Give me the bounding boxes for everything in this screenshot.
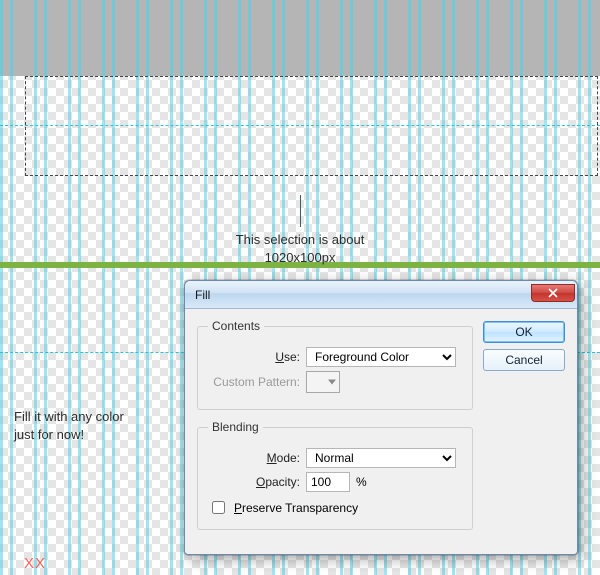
close-icon bbox=[548, 288, 558, 298]
fill-dialog: Fill Contents Use: Foreground Color Cust… bbox=[184, 280, 578, 555]
preserve-transparency-label: Preserve Transparency bbox=[234, 501, 358, 515]
cancel-button[interactable]: Cancel bbox=[483, 349, 565, 371]
annotation-text: just for now! bbox=[14, 426, 124, 444]
ok-button[interactable]: OK bbox=[483, 321, 565, 343]
opacity-unit: % bbox=[356, 475, 367, 489]
annotation-pointer bbox=[300, 195, 301, 227]
close-button[interactable] bbox=[531, 284, 575, 302]
dialog-body: Contents Use: Foreground Color Custom Pa… bbox=[185, 309, 577, 554]
dialog-title: Fill bbox=[195, 288, 210, 302]
opacity-input[interactable] bbox=[306, 472, 350, 492]
preserve-transparency-checkbox[interactable] bbox=[212, 501, 225, 514]
annotation-fill-hint: Fill it with any color just for now! bbox=[14, 408, 124, 443]
mode-select[interactable]: Normal bbox=[306, 448, 456, 468]
dialog-titlebar[interactable]: Fill bbox=[185, 281, 577, 309]
blending-group: Blending Mode: Normal Opacity: % Preserv… bbox=[197, 420, 473, 530]
blending-legend: Blending bbox=[208, 420, 263, 434]
watermark: XX bbox=[24, 555, 46, 572]
opacity-label: Opacity: bbox=[208, 475, 300, 489]
annotation-selection-size: This selection is about 1020x100px bbox=[0, 195, 600, 266]
annotation-text: This selection is about bbox=[0, 231, 600, 249]
use-label: Use: bbox=[208, 350, 300, 364]
custom-pattern-picker bbox=[306, 371, 340, 393]
annotation-text: 1020x100px bbox=[0, 249, 600, 267]
mode-label: Mode: bbox=[208, 451, 300, 465]
annotation-text: Fill it with any color bbox=[14, 408, 124, 426]
contents-legend: Contents bbox=[208, 319, 264, 333]
marquee-selection bbox=[25, 76, 598, 176]
canvas-gray-region bbox=[0, 0, 600, 76]
custom-pattern-label: Custom Pattern: bbox=[208, 375, 300, 389]
use-select[interactable]: Foreground Color bbox=[306, 347, 456, 367]
contents-group: Contents Use: Foreground Color Custom Pa… bbox=[197, 319, 473, 410]
